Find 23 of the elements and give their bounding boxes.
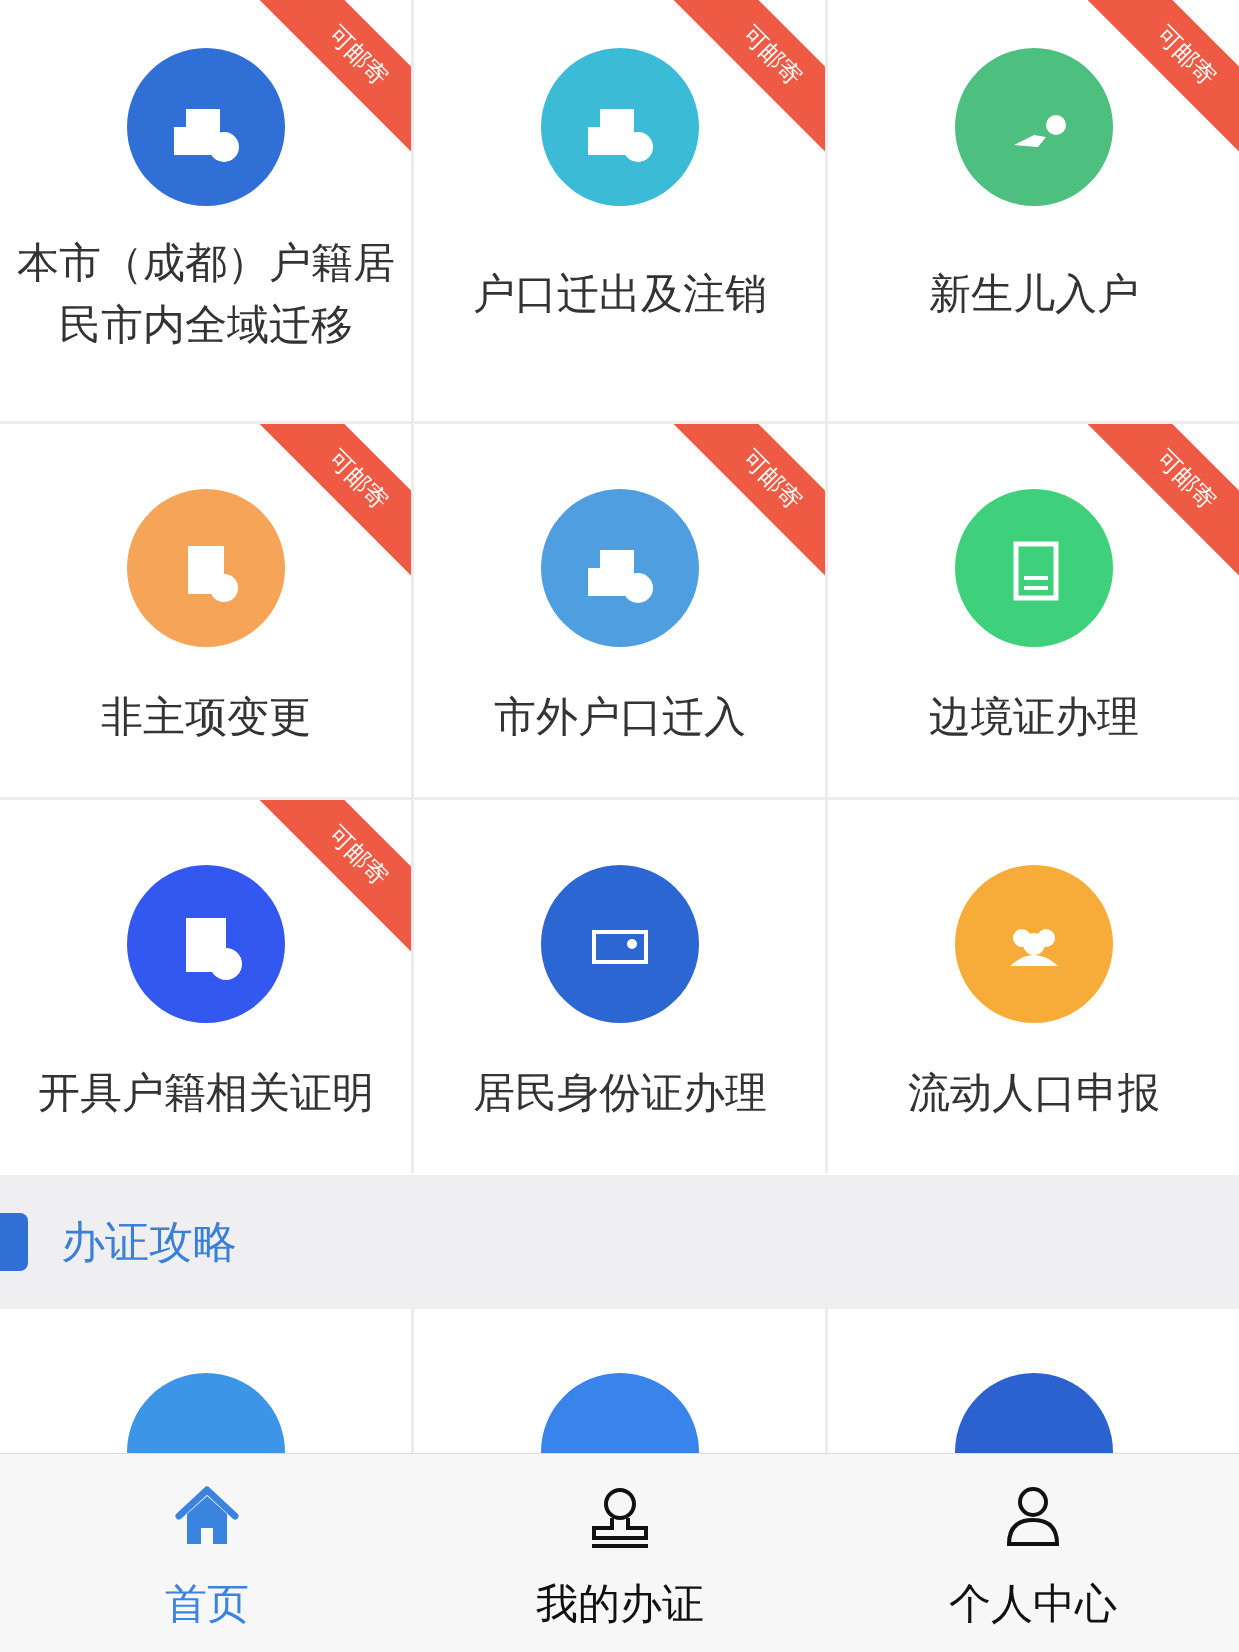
service-tile[interactable]: 本市（成都）户籍居民市内全域迁移 可邮寄 [0,0,411,421]
section-title: 办证攻略 [61,1215,237,1269]
service-tile[interactable]: 边境证办理 可邮寄 [828,424,1239,797]
service-tile[interactable]: 新生儿入户 可邮寄 [828,0,1239,421]
nav-tab[interactable]: 首页 [0,1454,413,1652]
service-label: 本市（成都）户籍居民市内全域迁移 [15,236,396,351]
service-label: 开具户籍相关证明 [36,1067,375,1119]
service-label: 边境证办理 [927,691,1140,743]
service-label: 流动人口申报 [906,1067,1161,1119]
service-label: 居民身份证办理 [471,1067,768,1119]
service-tile[interactable]: 市外户口迁入 可邮寄 [414,424,825,797]
service-label: 户口迁出及注销 [471,267,768,320]
service-tile[interactable]: 户口迁出及注销 可邮寄 [414,0,825,421]
service-label: 新生儿入户 [927,267,1140,320]
nav-tab[interactable]: 个人中心 [826,1454,1239,1652]
service-tile[interactable]: 开具户籍相关证明 可邮寄 [0,800,411,1173]
service-tile[interactable]: 非主项变更 可邮寄 [0,424,411,797]
service-tile[interactable]: 居民身份证办理 [414,800,825,1173]
nav-tab[interactable]: 我的办证 [413,1454,826,1652]
accent-bar [0,1213,28,1271]
service-label: 市外户口迁入 [492,691,747,743]
service-label: 非主项变更 [99,691,312,743]
service-tile[interactable]: 流动人口申报 [828,800,1239,1173]
